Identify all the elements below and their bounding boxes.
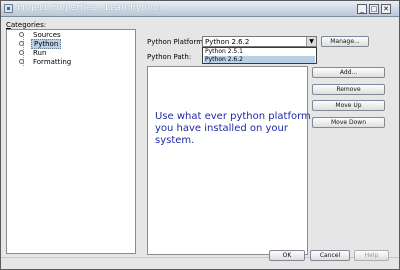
- tree-item-run[interactable]: Run: [19, 49, 48, 58]
- tree-item-formatting[interactable]: Formatting: [19, 58, 73, 67]
- platform-dropdown-list[interactable]: Python 2.5.1 Python 2.6.2: [202, 47, 317, 64]
- platform-option[interactable]: Python 2.5.1: [204, 48, 315, 55]
- python-platform-select[interactable]: Python 2.6.2 ▼: [202, 36, 317, 47]
- annotation-text: Use what ever python platform you have i…: [155, 111, 311, 146]
- categories-tree[interactable]: Sources Python Run Formatting: [6, 29, 136, 254]
- move-up-button[interactable]: Move Up: [312, 100, 385, 111]
- tree-node-icon: [19, 59, 24, 64]
- python-path-label: Python Path:: [147, 53, 192, 61]
- ok-button[interactable]: OK: [269, 250, 305, 261]
- minimize-icon[interactable]: _: [357, 4, 367, 14]
- cancel-button[interactable]: Cancel: [310, 250, 350, 261]
- python-platform-label: Python Platform:: [147, 38, 206, 46]
- window-title: Project Properties - LearnPython: [17, 3, 162, 13]
- tree-item-python[interactable]: Python: [19, 39, 62, 49]
- platform-selected-value: Python 2.6.2: [205, 38, 250, 46]
- remove-path-button[interactable]: Remove: [312, 84, 385, 95]
- project-properties-dialog: Project Properties - LearnPython _ □ ✕ C…: [0, 0, 400, 270]
- move-down-button[interactable]: Move Down: [312, 117, 385, 128]
- manage-button[interactable]: Manage...: [321, 36, 369, 47]
- tree-node-icon: [19, 50, 24, 55]
- title-bar[interactable]: Project Properties - LearnPython _ □ ✕: [1, 1, 399, 17]
- help-button[interactable]: Help: [354, 250, 389, 261]
- tree-node-icon: [19, 32, 24, 37]
- python-path-list[interactable]: [147, 66, 308, 255]
- maximize-icon[interactable]: □: [369, 4, 379, 14]
- close-icon[interactable]: ✕: [381, 4, 391, 14]
- categories-label: Categories:: [6, 21, 47, 29]
- chevron-down-icon[interactable]: ▼: [306, 37, 316, 46]
- add-path-button[interactable]: Add...: [312, 67, 385, 78]
- platform-option-selected[interactable]: Python 2.6.2: [204, 56, 315, 63]
- tree-node-icon: [19, 41, 24, 46]
- window-icon: [4, 4, 13, 13]
